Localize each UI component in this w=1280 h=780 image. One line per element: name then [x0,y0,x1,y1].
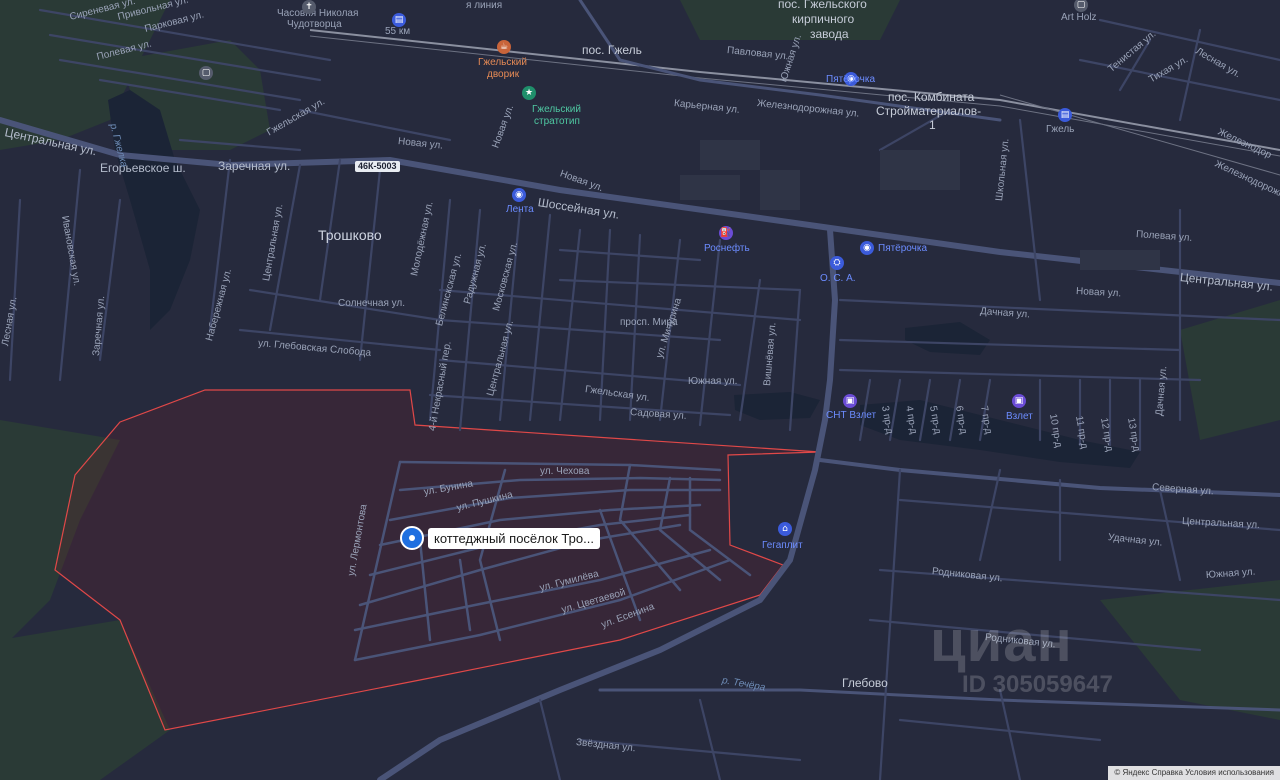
road-solnechnaya: Солнечная ул. [338,298,406,309]
road-novaya-3: Новая ул. [1075,286,1122,300]
poi-gegaplit[interactable]: Гегаплит [762,540,803,552]
road-liniya: я линия [466,0,503,11]
watermark-logo: циан [930,609,1073,674]
place-art-holz: Art Holz [1061,12,1097,23]
place-kirpich-1: пос. Гжельского [778,0,867,11]
map-footer[interactable]: © Яндекс Справка Условия использования [1108,766,1280,780]
road-egoryevskoe: Егорьевское ш. [100,161,186,175]
settlement-boundary [54,389,821,731]
poi-vzlet[interactable]: Взлет [1006,411,1033,423]
map-canvas[interactable]: Трошково пос. Гжель пос. Гжельского кирп… [0,0,1280,780]
place-kombinat-2: Стройматериалов- [876,104,982,118]
marker-label[interactable]: коттеджный посёлок Тро... [428,527,600,549]
place-55km: 55 км [385,26,411,37]
shop-bag-icon[interactable]: ▣ [1012,394,1026,408]
watermark-id: ID 305059647 [962,671,1113,698]
selected-location-marker[interactable]: коттеджный посёлок Тро... [400,526,600,550]
shop-basket-icon[interactable]: ◉ [512,188,526,202]
car-service-icon[interactable]: ⛭ [830,256,844,270]
shop-basket-icon[interactable]: ◉ [860,241,874,255]
poi-gzhelsky-dvorik-1[interactable]: Гжельский [478,57,527,69]
cian-watermark: циан ID 305059647 [930,612,1113,698]
place-glebovo: Глебово [842,676,888,690]
trash-icon[interactable]: ▢ [199,66,213,80]
landmark-star-icon[interactable]: ★ [522,86,536,100]
hardware-store-icon[interactable]: ⌂ [778,522,792,536]
poi-snt-vzlet[interactable]: СНТ Взлет [826,410,876,422]
road-zarechnaya: Заречная ул. [218,159,291,173]
place-kombinat-3: 1 [929,118,936,132]
poi-lenta[interactable]: Лента [506,204,534,216]
road-chekhova: ул. Чехова [540,466,590,477]
shop-bag-icon[interactable]: ▣ [843,394,857,408]
poi-stratotip-2[interactable]: стратотип [534,116,580,128]
poi-stratotip-1[interactable]: Гжельский [532,104,581,116]
cafe-icon[interactable]: ☕ [497,40,511,54]
road-yuzhnaya: Южная ул. [688,376,738,387]
place-troshkovo: Трошково [318,227,382,243]
poi-pyaterochka-1[interactable]: Пятёрочка [826,74,875,86]
place-kombinat-1: пос. Комбината [888,90,975,104]
chapel-icon[interactable]: ✝ [302,0,316,14]
place-gzhel: пос. Гжель [582,43,642,57]
location-pin-icon[interactable] [400,526,424,550]
poi-pyaterochka-2[interactable]: Пятёрочка [878,243,927,255]
place-gzhel-station: Гжель [1046,124,1075,135]
place-kirpich-3: завода [810,27,849,41]
train-station-icon[interactable]: ▤ [392,13,406,27]
poi-rosneft[interactable]: Роснефть [704,243,750,255]
poi-gzhelsky-dvorik-2[interactable]: дворик [487,69,519,81]
train-station-icon[interactable]: ▤ [1058,108,1072,122]
road-shield: 46К-5003 [355,161,400,172]
place-kirpich-2: кирпичного [792,12,855,26]
fuel-icon[interactable]: ⛽ [719,226,733,240]
poi-osa[interactable]: О. С. А. [820,273,856,285]
place-chasovnya-2: Чудотворца [287,19,342,30]
